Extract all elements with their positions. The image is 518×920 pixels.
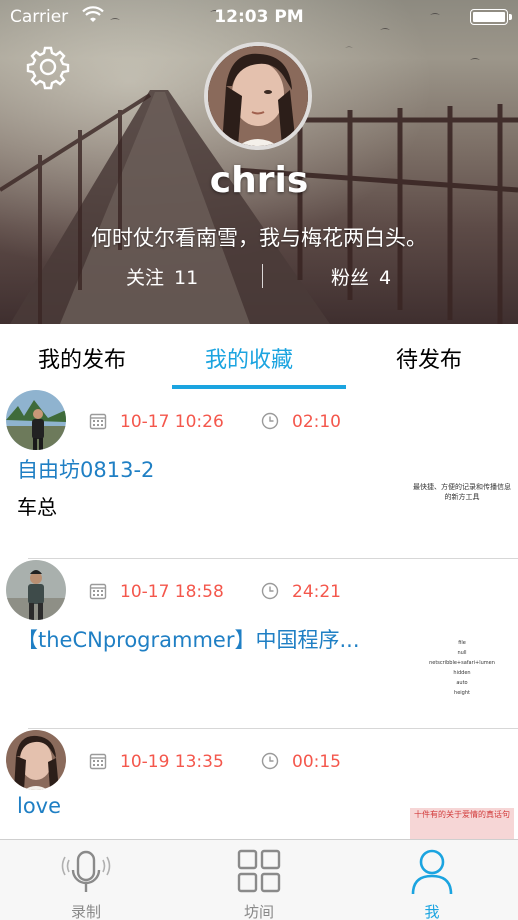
clock-icon <box>261 752 279 770</box>
avatar <box>6 390 66 450</box>
item-date: 10-17 10:26 <box>120 412 224 432</box>
microphone-icon <box>61 850 111 892</box>
avatar <box>6 560 66 620</box>
calendar-icon <box>89 583 107 600</box>
calendar-icon <box>89 753 107 770</box>
item-title[interactable]: 自由坊0813-2 <box>17 454 377 484</box>
person-icon <box>411 849 453 895</box>
battery-icon <box>470 9 512 25</box>
active-tab-indicator <box>172 385 346 389</box>
tabbar-me-label: 我 <box>424 903 440 920</box>
list-item[interactable]: 10-17 10:26 02:10 自由坊0813-2 车总 最快捷、方便的记录… <box>0 390 518 558</box>
tabbar-record-label: 录制 <box>70 903 101 920</box>
bottom-tab-bar: 录制 坊间 我 <box>0 839 518 920</box>
item-duration: 02:10 <box>292 412 341 432</box>
gear-icon[interactable] <box>25 44 71 90</box>
list-separator <box>28 728 518 729</box>
clock-icon <box>261 412 279 430</box>
followers-count: 4 <box>379 267 392 289</box>
profile-avatar[interactable] <box>204 42 312 150</box>
item-subtitle: 车总 <box>17 495 57 519</box>
item-duration: 24:21 <box>292 582 341 602</box>
list-item[interactable]: 10-19 13:35 00:15 love 十件有的关于爱情的真话句 <box>0 730 518 839</box>
status-bar: Carrier 12:03 PM <box>0 0 518 34</box>
tab-my-favorites[interactable]: 我的收藏 <box>205 342 293 374</box>
avatar <box>6 730 66 790</box>
following-label: 关注 <box>126 267 165 289</box>
grid-icon <box>237 849 281 893</box>
segment-tabs: 我的发布 我的收藏 待发布 <box>0 324 518 390</box>
item-date: 10-19 13:35 <box>120 752 224 772</box>
followers-label: 粉丝 <box>331 267 370 289</box>
item-title[interactable]: 【theCNprogrammer】中国程序... <box>17 624 377 654</box>
clock-icon <box>261 582 279 600</box>
profile-motto: 何时仗尔看南雪，我与梅花两白头。 <box>91 226 427 250</box>
calendar-icon <box>89 413 107 430</box>
tabbar-square[interactable]: 坊间 <box>173 840 345 920</box>
tabbar-record[interactable]: 录制 <box>0 840 172 920</box>
following-count: 11 <box>174 267 199 289</box>
tabbar-square-label: 坊间 <box>243 903 274 920</box>
tab-my-posts[interactable]: 我的发布 <box>38 342 126 374</box>
profile-header: Carrier 12:03 PM chris 何时仗尔看南雪，我与梅花两白头。 … <box>0 0 518 324</box>
username: chris <box>209 160 309 201</box>
list-separator <box>28 558 518 559</box>
item-title[interactable]: love <box>17 794 377 818</box>
tabbar-me[interactable]: 我 <box>346 840 518 920</box>
following-stat[interactable]: 关注 11 <box>126 263 198 290</box>
stats-divider <box>262 264 263 288</box>
item-duration: 00:15 <box>292 752 341 772</box>
item-thumbnail[interactable]: 最快捷、方便的记录和传播信息的新方工具 <box>410 482 514 512</box>
profile-screen: Carrier 12:03 PM chris 何时仗尔看南雪，我与梅花两白头。 … <box>0 0 518 920</box>
item-thumbnail[interactable]: file null netscribble+safari+lumen hidde… <box>410 638 514 702</box>
item-thumbnail[interactable]: 十件有的关于爱情的真话句 <box>410 808 514 839</box>
item-date: 10-17 18:58 <box>120 582 224 602</box>
list-item[interactable]: 10-17 18:58 24:21 【theCNprogrammer】中国程序.… <box>0 560 518 728</box>
followers-stat[interactable]: 粉丝 4 <box>331 263 391 290</box>
tab-drafts[interactable]: 待发布 <box>396 342 462 374</box>
status-time: 12:03 PM <box>214 7 304 27</box>
